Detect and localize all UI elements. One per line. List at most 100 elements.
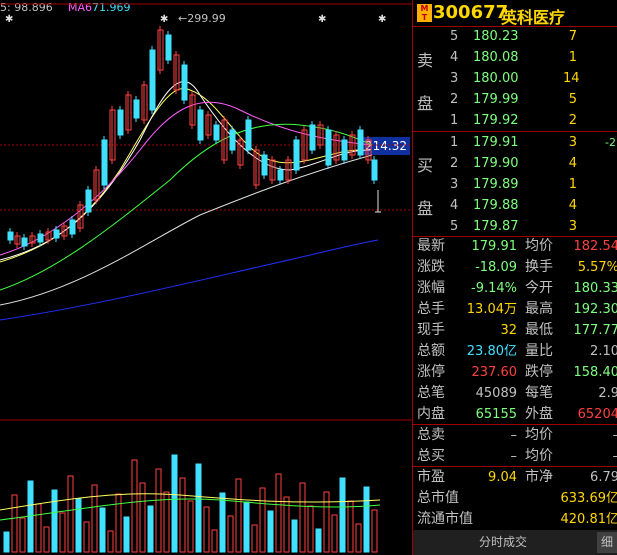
- ask-row[interactable]: 2 179.99 5: [413, 90, 617, 109]
- quote-row-volume: 总手 13.04万 最高 192.30: [417, 301, 617, 317]
- marker-icon: ✱: [5, 14, 13, 25]
- candle: [117, 109, 124, 136]
- candle: [229, 129, 236, 151]
- quote-row-limits: 涨停 237.60 跌停 158.40: [417, 364, 617, 380]
- volume-bar: [259, 487, 266, 553]
- volume-bar: [43, 526, 50, 553]
- volume-bar: [83, 521, 90, 553]
- candle: [293, 139, 300, 171]
- volume-bar: [195, 463, 202, 553]
- volume-bar: [187, 500, 194, 553]
- candle: [341, 139, 348, 161]
- valuation-float-row: 流通市值 420.81亿: [417, 511, 617, 527]
- candle: [69, 219, 76, 235]
- volume-bar: [227, 515, 234, 553]
- candle: [133, 99, 140, 119]
- block-buy-row: 总买–均价–: [417, 448, 617, 464]
- marker-icon: ✱: [318, 14, 326, 25]
- bottom-tab-bar: 分时成交 细: [413, 530, 617, 555]
- candle: [149, 49, 156, 111]
- volume-bar: [355, 523, 362, 553]
- candle: [85, 189, 92, 213]
- candle: [277, 169, 284, 181]
- ask-row[interactable]: 3 180.00 14: [413, 69, 617, 88]
- stock-name: 英科医疗: [501, 8, 566, 27]
- quote-row-inout: 内盘 65155 外盘 65204: [417, 406, 617, 422]
- candle: [261, 154, 268, 176]
- volume-bar: [179, 477, 186, 553]
- candle: [213, 124, 220, 141]
- ask-row[interactable]: 5 180.23 7: [413, 27, 617, 46]
- volume-bar: [163, 491, 170, 553]
- valuation-pe-row: 市盈 9.04 市净 6.79: [417, 469, 617, 485]
- volume-bar: [203, 506, 210, 553]
- volume-bar: [107, 530, 114, 553]
- bid-row[interactable]: 3 179.89 1: [413, 175, 617, 194]
- volume-bar: [67, 475, 74, 553]
- volume-bar: [115, 493, 122, 553]
- valuation-mcap-row: 总市值 633.69亿: [417, 490, 617, 506]
- ma-line-5: [0, 239, 379, 321]
- volume-bar: [299, 482, 306, 553]
- volume-bar: [11, 494, 18, 553]
- candle: [181, 64, 188, 101]
- candle: [37, 233, 44, 243]
- marker-icon: ✱: [160, 14, 168, 25]
- bid-row[interactable]: 2 179.90 4: [413, 154, 617, 173]
- volume-bar: [147, 505, 154, 553]
- candle: [309, 124, 316, 151]
- kline-svg: ✱ ✱ ✱ ✱: [0, 3, 412, 553]
- volume-bar: [315, 528, 322, 553]
- volume-bar: [243, 501, 250, 553]
- volume-bar: [91, 484, 98, 553]
- volume-bar: [19, 517, 26, 553]
- candle: [197, 109, 204, 141]
- quote-row-curvol: 现手 32 最低 177.77: [417, 322, 617, 338]
- ask-row[interactable]: 4 180.08 1: [413, 48, 617, 67]
- ma-line-3: [0, 123, 373, 291]
- candle: [53, 229, 60, 239]
- quote-row-amount: 总额 23.80亿 量比 2.10: [417, 343, 617, 359]
- kline-chart-area[interactable]: 5: 98.896 MA6 71.969 ←299.99 214.32 ✱ ✱ ✱ ✱: [0, 0, 412, 555]
- ask-row[interactable]: 1 179.92 2: [413, 111, 617, 130]
- volume-bar: [59, 512, 66, 553]
- bid-row[interactable]: 5 179.87 3: [413, 217, 617, 236]
- volume-bar: [51, 489, 58, 553]
- quote-row-trades: 总笔 45089 每笔 2.9: [417, 385, 617, 401]
- tab-detail[interactable]: 细: [597, 532, 617, 553]
- quote-row-last: 最新 179.91 均价 182.54: [417, 238, 617, 254]
- volume-bar: [267, 510, 274, 553]
- volume-bar: [235, 478, 242, 553]
- volume-bar: [3, 531, 10, 553]
- quote-row-change: 涨跌 -18.09 换手 5.57%: [417, 259, 617, 275]
- volume-bar: [35, 503, 42, 553]
- stock-code: 300677: [433, 2, 509, 23]
- marker-icon: ✱: [378, 14, 386, 25]
- candle: [101, 139, 108, 186]
- block-sell-row: 总卖–均价–: [417, 427, 617, 443]
- stock-title-bar: MT 300677 英科医疗: [413, 0, 617, 27]
- volume-bar: [131, 459, 138, 553]
- candle: [357, 129, 364, 156]
- volume-bar: [331, 514, 338, 553]
- volume-bar: [219, 492, 226, 553]
- candle: [245, 119, 252, 151]
- volume-bar: [155, 468, 162, 553]
- volume-bar: [307, 505, 314, 553]
- tab-time-sales[interactable]: 分时成交: [453, 532, 553, 553]
- bid-row[interactable]: 1 179.91 3 -2: [413, 133, 617, 152]
- volume-bar: [275, 473, 282, 553]
- volume-bar: [251, 524, 258, 553]
- volume-bar: [371, 509, 378, 553]
- volume-bar: [123, 516, 130, 553]
- bid-row[interactable]: 4 179.88 4: [413, 196, 617, 215]
- volume-bar: [347, 500, 354, 553]
- volume-bar: [171, 454, 178, 553]
- candle: [165, 34, 172, 61]
- quote-row-pct: 涨幅 -9.14% 今开 180.33: [417, 280, 617, 296]
- quote-panel: MT 300677 英科医疗 卖 盘 5 180.23 7 4 180.08 1 3 18…: [412, 0, 617, 555]
- volume-bar: [211, 529, 218, 553]
- candle: [21, 237, 28, 247]
- candle: [7, 231, 14, 241]
- market-badge: MT: [417, 4, 432, 22]
